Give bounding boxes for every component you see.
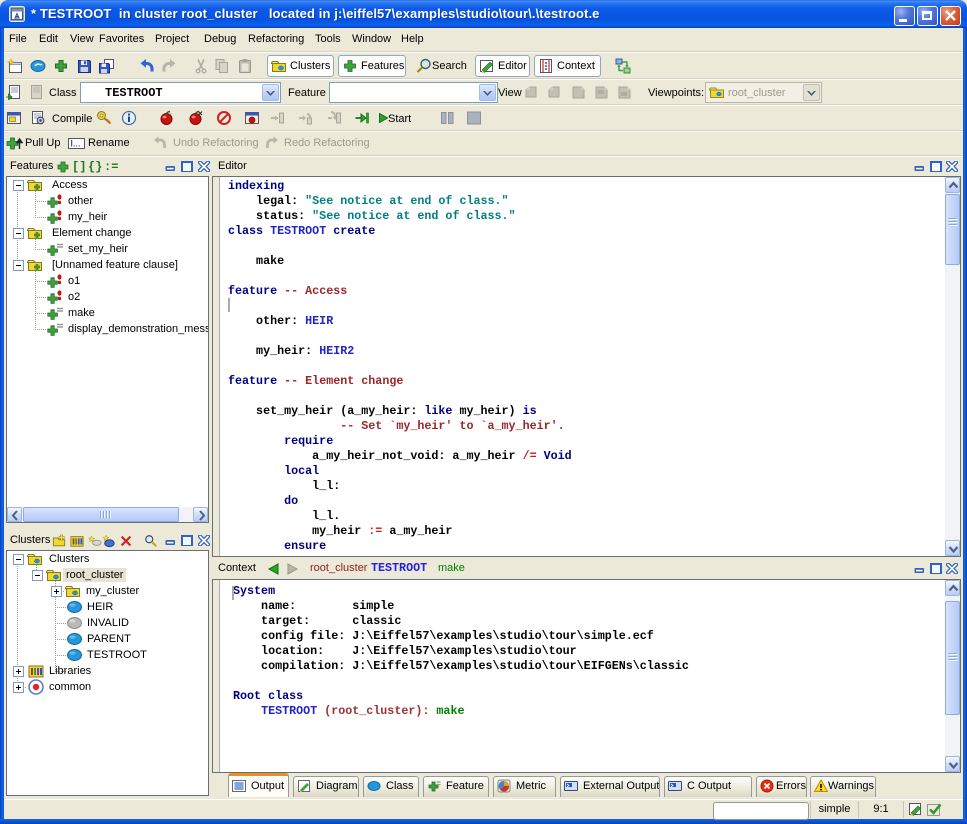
svg-text:I...: I... — [71, 139, 81, 149]
